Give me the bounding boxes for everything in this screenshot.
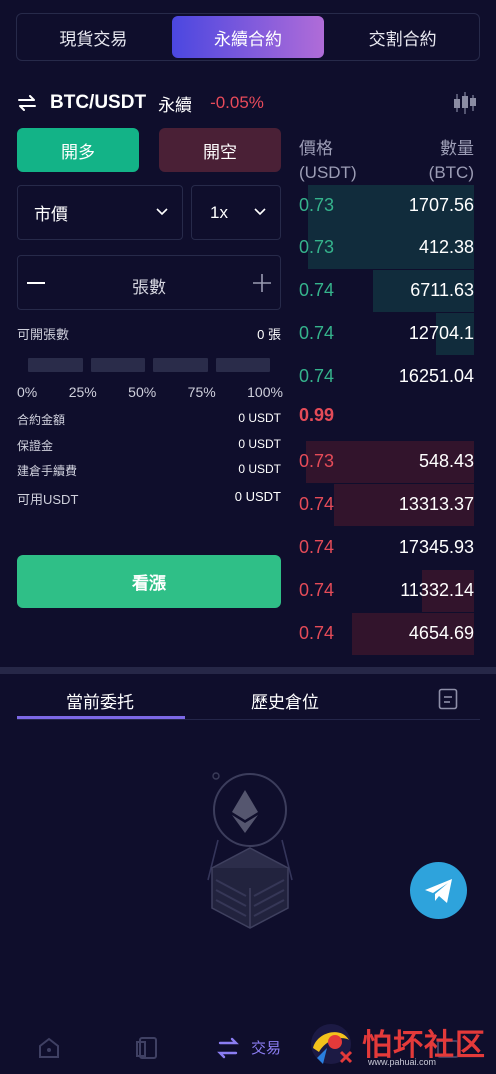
margin-label: 保證金: [17, 439, 54, 453]
bid-price: 0.73: [299, 237, 335, 257]
fee-label: 建倉手續費: [17, 464, 78, 478]
bid-price: 0.74: [299, 366, 335, 386]
slider-segment[interactable]: [215, 358, 270, 372]
section-divider: [0, 667, 496, 674]
percent-slider[interactable]: [28, 358, 270, 372]
bid-row[interactable]: 0.74 16251.04: [299, 356, 474, 398]
percent-label[interactable]: 75%: [188, 384, 216, 400]
ask-price: 0.74: [299, 623, 335, 643]
bid-qty: 6711.63: [410, 280, 474, 300]
tab-current-orders[interactable]: 當前委托: [66, 688, 134, 713]
tab-history-positions[interactable]: 歷史倉位: [251, 688, 319, 713]
bid-row[interactable]: 0.74 6711.63: [299, 270, 474, 312]
slider-segment[interactable]: [90, 358, 145, 372]
plus-icon[interactable]: [252, 273, 272, 293]
openable-label: 可開張數: [17, 327, 70, 342]
bid-row[interactable]: 0.73 412.38: [299, 227, 474, 269]
ask-qty: 13313.37: [398, 494, 474, 514]
ask-row[interactable]: 0.73 548.43: [299, 441, 474, 483]
fee-value: 0 USDT: [238, 462, 281, 476]
pair-header: BTC/USDT 永續 -0.05%: [18, 88, 480, 118]
tab-perpetual[interactable]: 永續合約: [171, 16, 325, 58]
ask-price: 0.74: [299, 494, 335, 514]
watermark-url: www.pahuai.com: [368, 1057, 437, 1067]
contract-amount-row: 合約金額 0 USDT: [17, 411, 281, 428]
nav-trade-label[interactable]: 交易: [251, 1037, 281, 1058]
ask-price: 0.73: [299, 451, 335, 471]
percent-label[interactable]: 50%: [128, 384, 156, 400]
ask-row[interactable]: 0.74 11332.14: [299, 570, 474, 612]
home-icon[interactable]: [35, 1034, 63, 1062]
pair-name[interactable]: BTC/USDT: [50, 92, 146, 114]
tab-spot[interactable]: 現貨交易: [17, 14, 170, 60]
price-unit: (USDT): [299, 163, 357, 182]
qty-header: 數量: [440, 139, 474, 158]
ask-qty: 17345.93: [398, 537, 474, 557]
chevron-down-icon: [254, 208, 266, 216]
chevron-down-icon: [156, 208, 168, 216]
openable-row: 可開張數 0 張: [17, 324, 281, 343]
percent-label[interactable]: 25%: [69, 384, 97, 400]
price-header: 價格: [299, 139, 333, 158]
available-row: 可用USDT 0 USDT: [17, 489, 281, 508]
bid-price: 0.74: [299, 323, 335, 343]
bid-row[interactable]: 0.74 12704.1: [299, 313, 474, 355]
quantity-input[interactable]: 張數: [18, 273, 280, 298]
percent-label[interactable]: 0%: [17, 384, 37, 400]
bid-qty: 1707.56: [408, 195, 474, 215]
price-change: -0.05%: [210, 93, 264, 112]
margin-value: 0 USDT: [238, 437, 281, 451]
contract-amount-value: 0 USDT: [238, 411, 281, 425]
fee-row: 建倉手續費 0 USDT: [17, 462, 281, 479]
ask-qty: 11332.14: [400, 580, 474, 600]
telegram-button[interactable]: [410, 862, 467, 919]
bid-qty: 412.38: [418, 237, 474, 257]
quantity-stepper: 張數: [17, 255, 281, 310]
ask-qty: 548.43: [418, 451, 474, 471]
telegram-icon: [424, 878, 452, 903]
pair-type: 永續: [158, 95, 193, 115]
order-type-select[interactable]: 市價: [17, 185, 183, 240]
slider-segment[interactable]: [28, 358, 83, 372]
tabs-divider: [17, 719, 480, 720]
open-long-button[interactable]: 開多: [17, 128, 139, 172]
buy-long-button[interactable]: 看漲: [17, 555, 281, 608]
leverage-select[interactable]: 1x: [191, 185, 281, 240]
market-icon[interactable]: [133, 1034, 161, 1062]
bid-price: 0.73: [299, 195, 335, 215]
ask-qty: 4654.69: [408, 623, 474, 643]
contract-amount-label: 合約金額: [17, 413, 66, 427]
bid-qty: 16251.04: [398, 366, 474, 386]
ask-price: 0.74: [299, 537, 335, 557]
qty-unit: (BTC): [428, 163, 474, 182]
tab-delivery[interactable]: 交割合約: [326, 14, 479, 60]
empty-state-ethereum-icon: [207, 772, 293, 929]
trade-icon[interactable]: [214, 1034, 242, 1062]
bid-qty: 12704.1: [408, 323, 474, 343]
order-type-value: 市價: [34, 205, 68, 224]
market-type-tabs: 現貨交易 永續合約 交割合約: [16, 13, 480, 61]
last-price: 0.99: [299, 405, 335, 425]
margin-row: 保證金 0 USDT: [17, 437, 281, 454]
slider-segment[interactable]: [153, 358, 208, 372]
ask-row[interactable]: 0.74 13313.37: [299, 484, 474, 526]
percent-label[interactable]: 100%: [247, 384, 283, 400]
openable-value: 0 張: [257, 327, 281, 342]
candlestick-chart-icon[interactable]: [452, 92, 478, 114]
bid-row[interactable]: 0.73 1707.56: [299, 185, 474, 227]
ask-price: 0.74: [299, 580, 335, 600]
document-icon[interactable]: [438, 688, 458, 710]
leverage-value: 1x: [210, 202, 228, 222]
ask-row[interactable]: 0.74 4654.69: [299, 613, 474, 655]
open-short-button[interactable]: 開空: [159, 128, 281, 172]
ask-row[interactable]: 0.74 17345.93: [299, 527, 474, 569]
available-value: 0 USDT: [234, 489, 281, 504]
swap-icon[interactable]: [18, 95, 36, 111]
bid-price: 0.74: [299, 280, 335, 300]
available-label: 可用USDT: [17, 492, 79, 507]
percent-labels: 0% 25% 50% 75% 100%: [17, 384, 283, 400]
